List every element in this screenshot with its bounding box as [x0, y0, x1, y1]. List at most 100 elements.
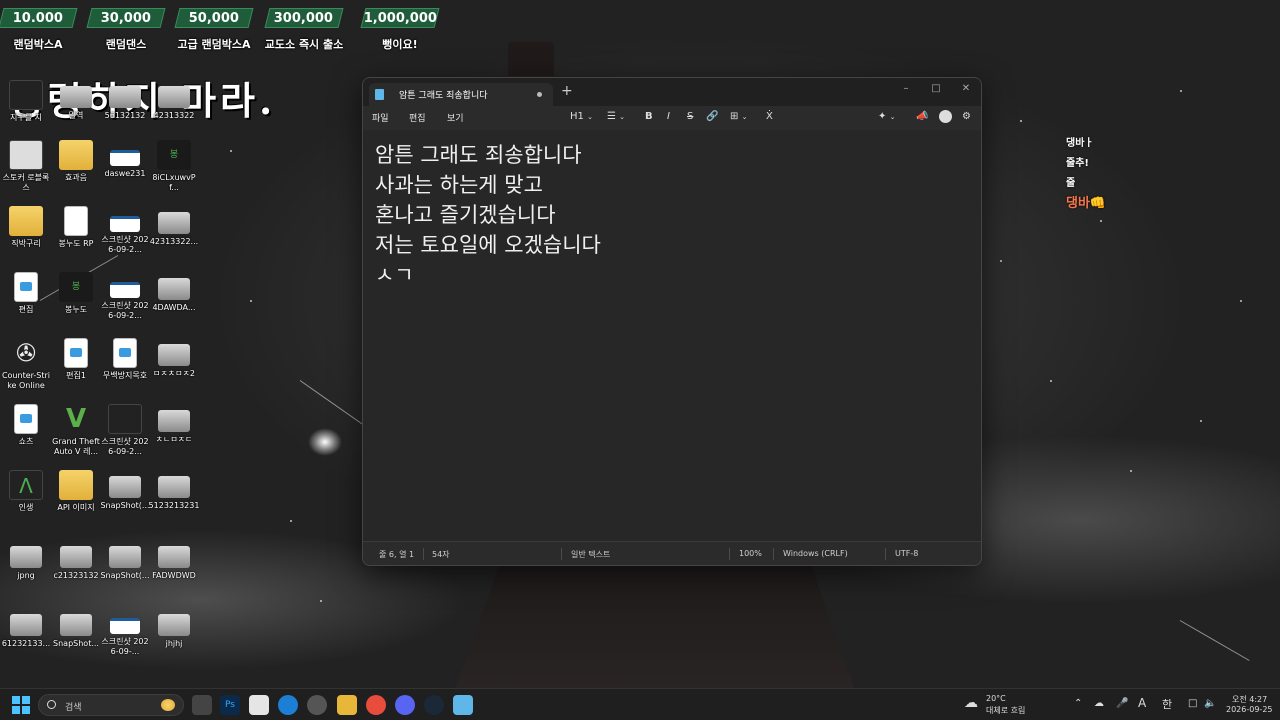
list-dropdown[interactable]: ☰ ⌄ — [607, 111, 625, 123]
desktop-icon[interactable]: 56132132 — [99, 80, 151, 121]
volume-icon[interactable]: 🔈 — [1204, 698, 1216, 709]
image-file-icon — [109, 86, 141, 108]
microphone-icon[interactable]: 🎤 — [1116, 698, 1128, 709]
folder-icon — [59, 470, 93, 500]
desktop-icon[interactable]: 스크린샷 2026-09-2... — [99, 272, 151, 321]
wallpaper-streak — [1179, 620, 1250, 661]
task-view-icon[interactable] — [192, 695, 212, 715]
steam-icon[interactable] — [424, 695, 444, 715]
text-editor-area[interactable]: 암튼 그래도 죄송합니다 사과는 하는게 맞고 혼나고 즐기겠습니다 저는 토요… — [363, 130, 981, 543]
copilot-dropdown[interactable]: ✦ ⌄ — [878, 111, 895, 123]
network-icon[interactable]: □ — [1188, 698, 1197, 709]
desktop-icon[interactable]: 편집 — [0, 272, 52, 315]
desktop-icon[interactable]: 무백방지목호 — [99, 338, 151, 381]
notepad-tab[interactable]: 암튼 그래도 죄송합니다 — [369, 83, 553, 106]
desktop-icon[interactable]: ㅁㅈㅊㅁㅈ2 — [148, 338, 200, 379]
maximize-button[interactable]: □ — [921, 80, 951, 102]
desktop-icon[interactable]: ✇ Counter-Strike Online — [0, 338, 52, 391]
desktop-icon[interactable]: c21323132 — [50, 540, 102, 581]
unsaved-dot-icon[interactable] — [537, 92, 542, 97]
desktop-icon[interactable]: 스토커 로블록스 — [0, 140, 52, 193]
desktop-icon[interactable]: 5123213231 — [148, 470, 200, 511]
desktop-icon[interactable]: Λ 인생 — [0, 470, 52, 513]
file-explorer-icon[interactable] — [337, 695, 357, 715]
desktop-icon[interactable]: 42313322 — [148, 80, 200, 121]
cursor-position: 줄 6, 열 1 — [379, 550, 415, 559]
editor-line: 저는 토요일에 오겠습니다 — [375, 233, 601, 257]
desktop-icon[interactable]: API 이미지 — [50, 470, 102, 513]
taskbar-search[interactable]: 검색 — [38, 694, 184, 716]
desktop-icon[interactable]: 효과음 — [50, 140, 102, 183]
image-file-icon — [60, 546, 92, 568]
desktop-icon[interactable]: jhjhj — [148, 608, 200, 649]
clock-time[interactable]: 오전 4:27 — [1232, 694, 1267, 705]
desktop-icon[interactable]: 봉 8iCLxuwvPf... — [148, 140, 200, 193]
menu-view[interactable]: 보기 — [447, 111, 464, 124]
desktop-icon[interactable]: jpng — [0, 540, 52, 581]
account-avatar[interactable] — [939, 110, 952, 123]
minimize-button[interactable]: – — [891, 80, 921, 102]
new-tab-button[interactable]: + — [561, 84, 573, 98]
desktop-icon[interactable]: 스크린샷 2026-09-2... — [99, 206, 151, 255]
chrome-canary-icon[interactable] — [249, 695, 269, 715]
desktop-icon[interactable]: 42313322... — [148, 206, 200, 247]
desktop-icon[interactable]: SnapShot... — [50, 608, 102, 649]
italic-button[interactable]: I — [667, 111, 670, 123]
line-ending[interactable]: Windows (CRLF) — [783, 549, 848, 558]
bold-button[interactable]: B — [645, 111, 653, 123]
menu-edit[interactable]: 편집 — [409, 111, 426, 124]
desktop-icon[interactable]: 편집1 — [50, 338, 102, 381]
desktop-icon[interactable]: 밀역 — [50, 80, 102, 121]
table-icon: ⊞ — [730, 111, 739, 122]
obs-icon[interactable] — [307, 695, 327, 715]
discord-icon[interactable] — [395, 695, 415, 715]
desktop-icon[interactable]: 봉누도 RP — [50, 206, 102, 249]
megaphone-icon[interactable]: 📣 — [916, 111, 928, 123]
desktop-icon[interactable]: 61232133... — [0, 608, 52, 649]
desktop-icon[interactable]: 지구를 지 — [0, 80, 52, 123]
desktop-icon[interactable]: 4DAWDA... — [148, 272, 200, 313]
chevron-up-icon[interactable]: ⌃ — [1074, 698, 1082, 709]
heading-dropdown[interactable]: H1 ⌄ — [570, 111, 593, 123]
zoom-level[interactable]: 100% — [739, 549, 762, 558]
start-button[interactable] — [12, 696, 30, 714]
desktop-icon[interactable]: V Grand Theft Auto V 레... — [50, 404, 102, 457]
image-file-icon — [158, 86, 190, 108]
cloud-sync-icon[interactable]: ☁ — [1094, 698, 1104, 709]
chevron-down-icon: ⌄ — [889, 113, 896, 121]
screenshot-file-icon — [110, 282, 140, 298]
gear-icon[interactable]: ⚙ — [962, 111, 971, 123]
clock-date[interactable]: 2026-09-25 — [1226, 705, 1273, 714]
desktop-icon[interactable]: 스크린샷 2026-09-... — [99, 608, 151, 657]
desktop-icon[interactable]: ㅊㄴㅁㅈㄷ — [148, 404, 200, 445]
strikethrough-button[interactable]: S — [687, 111, 693, 123]
text-format[interactable]: 일반 텍스트 — [571, 549, 610, 560]
menu-file[interactable]: 파일 — [372, 111, 389, 124]
desktop-icon[interactable]: 직박구리 — [0, 206, 52, 249]
weather-cloud-icon[interactable]: ☁ — [964, 695, 978, 711]
notepad-taskbar-icon[interactable] — [453, 695, 473, 715]
weather-temperature: 20°C — [986, 694, 1006, 703]
image-file-icon — [109, 476, 141, 498]
close-button[interactable]: ✕ — [951, 80, 981, 102]
table-dropdown[interactable]: ⊞ ⌄ — [730, 111, 747, 123]
clear-format-icon[interactable]: Ẋ — [766, 111, 773, 123]
wallpaper-butterfly — [308, 428, 342, 456]
link-icon[interactable]: 🔗 — [706, 111, 718, 123]
desktop-icon[interactable]: 쇼츠 — [0, 404, 52, 447]
chrome-icon[interactable] — [366, 695, 386, 715]
ime-mode-han[interactable]: 한 — [1162, 696, 1172, 712]
desktop-icon[interactable]: SnapShot(... — [99, 470, 151, 511]
desktop-icon[interactable]: 봉 봉누도 — [50, 272, 102, 315]
ime-mode-a[interactable]: A — [1138, 696, 1146, 710]
char-count: 54자 — [432, 550, 450, 559]
desktop-icon[interactable]: daswe231 — [99, 140, 151, 179]
photoshop-icon[interactable]: Ps — [220, 695, 240, 715]
desktop-icon[interactable]: 스크린샷 2026-09-2... — [99, 404, 151, 457]
title-bar[interactable]: 암튼 그래도 죄송합니다 + – □ ✕ — [363, 78, 981, 106]
edge-icon[interactable] — [278, 695, 298, 715]
desktop-icon[interactable]: FADWDWD — [148, 540, 200, 581]
wallpaper-figure-hat — [508, 42, 554, 76]
encoding[interactable]: UTF-8 — [895, 549, 918, 558]
desktop-icon[interactable]: SnapShot(... — [99, 540, 151, 581]
